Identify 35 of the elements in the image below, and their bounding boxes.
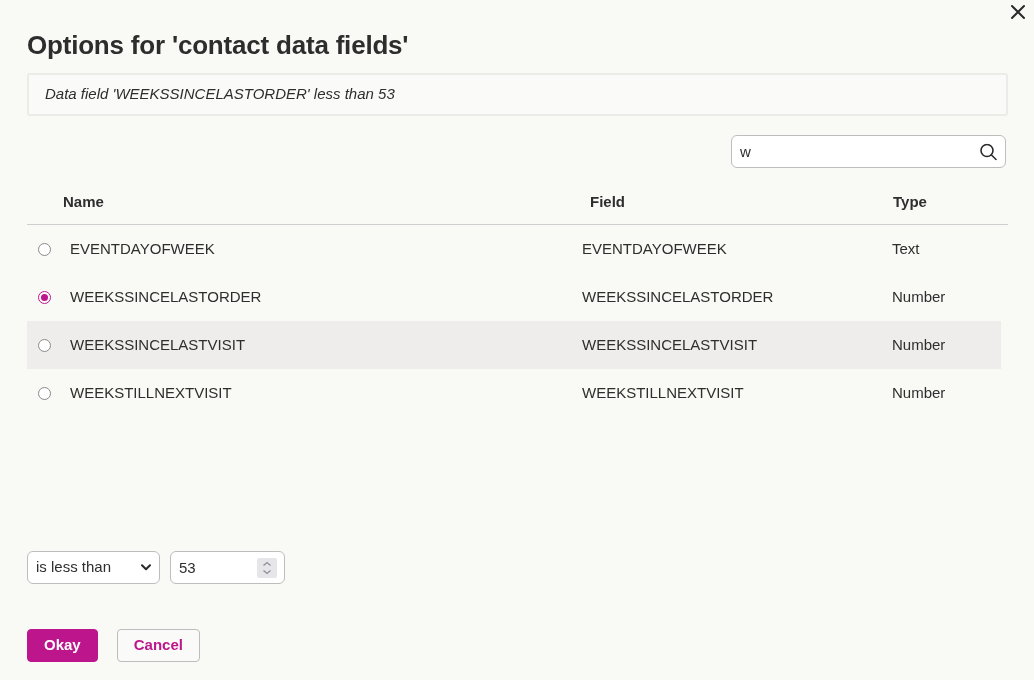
spinner-icon[interactable] <box>257 557 277 578</box>
table-row[interactable]: WEEKSTILLNEXTVISIT WEEKSTILLNEXTVISIT Number <box>27 369 1001 417</box>
chevron-icon <box>141 564 151 571</box>
column-header: Name <box>63 192 105 212</box>
close-button[interactable] <box>1010 4 1026 20</box>
summary-text: Data field 'WEEKSSINCELASTORDER' less than 53 <box>45 84 395 105</box>
table-cell-text: WEEKSSINCELASTVISIT <box>582 334 759 355</box>
table-cell-text: WEEKSSINCELASTORDER <box>582 286 775 307</box>
column-header: Field <box>590 192 626 212</box>
table-cell-text: WEEKSSINCELASTORDER <box>70 286 263 307</box>
operator-dropdown[interactable]: is less than <box>27 551 160 584</box>
table-cell-text: WEEKSTILLNEXTVISIT <box>70 382 233 403</box>
cancel-button[interactable]: Cancel <box>116 629 200 662</box>
radio-button[interactable] <box>38 386 51 400</box>
table-cell-text: EVENTDAYOFWEEK <box>582 238 728 259</box>
table-row[interactable]: WEEKSSINCELASTORDER WEEKSSINCELASTORDER Number <box>27 273 1001 321</box>
radio-button[interactable] <box>38 290 51 304</box>
table-cell-text: WEEKSSINCELASTVISIT <box>70 334 247 355</box>
radio-button[interactable] <box>38 242 51 256</box>
table-cell-text: Number <box>892 334 947 355</box>
dialog-title: Options for 'contact data fields' <box>27 29 410 61</box>
radio-button[interactable] <box>38 338 51 352</box>
table-cell-text: Number <box>892 382 947 403</box>
search-field[interactable]: w <box>731 135 1006 168</box>
table-cell-text: Text <box>892 238 921 259</box>
okay-button[interactable]: Okay <box>27 629 98 662</box>
table-row[interactable]: WEEKSSINCELASTVISIT WEEKSSINCELASTVISIT Number <box>27 321 1001 369</box>
column-header: Type <box>893 192 928 212</box>
search-icon[interactable] <box>980 143 997 160</box>
number-field[interactable]: 53 <box>170 551 285 584</box>
table-cell-text: EVENTDAYOFWEEK <box>70 238 216 259</box>
table-cell-text: WEEKSTILLNEXTVISIT <box>582 382 745 403</box>
table-cell-text: Number <box>892 286 947 307</box>
close-icon <box>1010 4 1026 20</box>
table-row[interactable]: EVENTDAYOFWEEK EVENTDAYOFWEEK Text <box>27 225 1001 273</box>
